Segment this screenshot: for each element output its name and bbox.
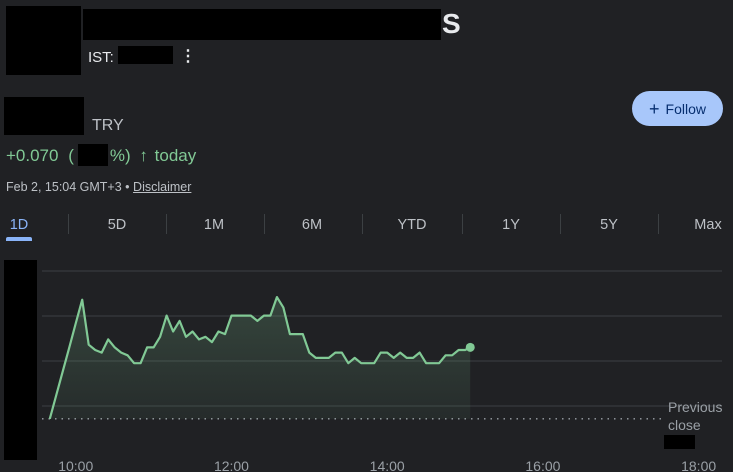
- tab-divider: [658, 214, 659, 234]
- tab-divider: [166, 214, 167, 234]
- x-tick-label: 12:00: [214, 458, 249, 472]
- tab-1m[interactable]: 1M: [193, 208, 235, 242]
- ticker-redacted: [118, 46, 173, 64]
- timestamp: Feb 2, 15:04 GMT+3: [6, 180, 122, 194]
- previous-close-label-line2: close: [668, 417, 701, 433]
- change-abs: +0.070: [6, 146, 59, 165]
- currency-label: TRY: [92, 117, 124, 134]
- x-tick-label: 10:00: [58, 458, 93, 472]
- follow-label: Follow: [665, 100, 706, 117]
- change-open-paren: (: [68, 146, 74, 165]
- tab-1y[interactable]: 1Y: [490, 208, 532, 242]
- previous-close-label: Previous close: [668, 398, 722, 434]
- tab-5d[interactable]: 5D: [96, 208, 138, 242]
- exchange-label: IST:: [88, 49, 114, 66]
- meta-separator: •: [125, 180, 130, 194]
- follow-button[interactable]: + Follow: [632, 91, 723, 126]
- logo-redacted: [6, 6, 81, 75]
- stock-title: S: [442, 8, 461, 39]
- range-tabs: 1D 5D 1M 6M YTD 1Y 5Y Max: [0, 208, 733, 242]
- tab-ytd[interactable]: YTD: [388, 208, 436, 242]
- tab-selected-indicator: [6, 237, 32, 241]
- change-pct-suffix: %): [109, 146, 131, 165]
- meta-line: Feb 2, 15:04 GMT+3 • Disclaimer: [6, 179, 191, 195]
- price-change: +0.070 (%) ↑ today: [6, 145, 196, 167]
- change-period: today: [154, 146, 197, 165]
- price-chart[interactable]: 10:00 12:00 14:00 16:00 18:00: [0, 255, 733, 472]
- tab-divider: [264, 214, 265, 234]
- title-redacted: [83, 9, 441, 40]
- plus-icon: +: [649, 98, 660, 119]
- tab-divider: [362, 214, 363, 234]
- x-tick-label: 16:00: [525, 458, 560, 472]
- arrow-up-icon: ↑: [139, 146, 148, 165]
- tab-divider: [462, 214, 463, 234]
- more-vert-icon[interactable]: ⋮: [180, 47, 196, 67]
- previous-close-label-line1: Previous: [668, 399, 723, 415]
- tab-divider: [560, 214, 561, 234]
- disclaimer-link[interactable]: Disclaimer: [133, 180, 191, 194]
- tab-max[interactable]: Max: [688, 208, 728, 242]
- tab-5y[interactable]: 5Y: [588, 208, 630, 242]
- x-tick-label: 14:00: [370, 458, 405, 472]
- x-tick-label: 18:00: [681, 458, 716, 472]
- tab-divider: [68, 214, 69, 234]
- price-redacted: [4, 97, 84, 135]
- tab-6m[interactable]: 6M: [291, 208, 333, 242]
- last-price-marker: [465, 342, 475, 352]
